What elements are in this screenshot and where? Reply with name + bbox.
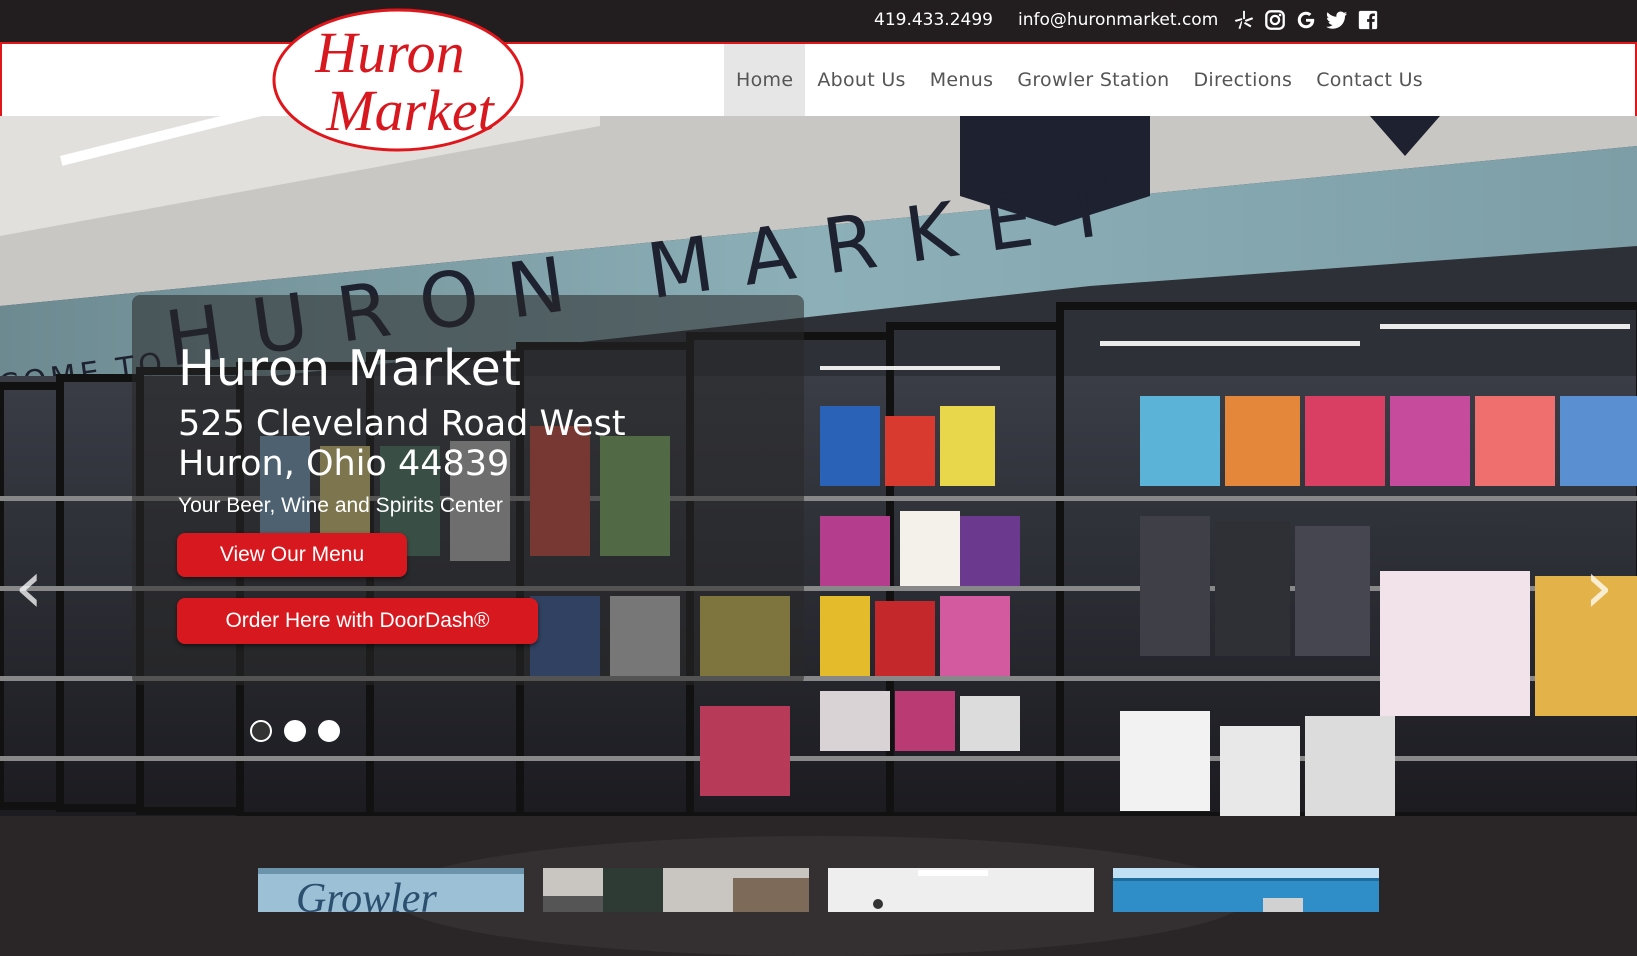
hero-address-line2: Huron, Ohio 44839 xyxy=(178,444,510,484)
logo-line1: Huron xyxy=(314,20,464,85)
carousel-indicators xyxy=(250,720,340,742)
hero-title: Huron Market xyxy=(178,340,523,397)
carousel-dot-1[interactable] xyxy=(250,720,272,742)
nav-about-us[interactable]: About Us xyxy=(805,44,917,116)
featured-section xyxy=(0,816,1637,956)
nav-directions[interactable]: Directions xyxy=(1181,44,1304,116)
main-navbar: Home About Us Menus Growler Station Dire… xyxy=(0,42,1637,118)
thumbnail-store-counter[interactable] xyxy=(543,868,809,912)
logo-line2: Market xyxy=(325,78,495,143)
instagram-icon[interactable] xyxy=(1263,8,1287,32)
carousel-dot-2[interactable] xyxy=(284,720,306,742)
main-nav: Home About Us Menus Growler Station Dire… xyxy=(724,44,1435,116)
view-menu-button[interactable]: View Our Menu xyxy=(177,533,407,577)
thumbnail-growler[interactable]: Growler xyxy=(258,868,524,912)
huron-market-logo[interactable]: Huron Market xyxy=(270,6,526,154)
twitter-icon[interactable] xyxy=(1325,8,1349,32)
yelp-icon[interactable] xyxy=(1232,8,1256,32)
hero-tagline: Your Beer, Wine and Spirits Center xyxy=(178,494,503,517)
phone-link[interactable]: 419.433.2499 xyxy=(874,10,993,30)
doordash-order-button[interactable]: Order Here with DoorDash® xyxy=(177,598,538,644)
hero-address: 525 Cleveland Road West Huron, Ohio 4483… xyxy=(178,404,626,484)
nav-menus[interactable]: Menus xyxy=(918,44,1006,116)
nav-contact-us[interactable]: Contact Us xyxy=(1304,44,1435,116)
carousel-next-arrow[interactable]: › xyxy=(1584,544,1614,630)
email-link[interactable]: info@huronmarket.com xyxy=(1018,10,1218,30)
facebook-icon[interactable] xyxy=(1356,8,1380,32)
thumbnail-store-interior[interactable] xyxy=(828,868,1094,912)
nav-growler-station[interactable]: Growler Station xyxy=(1005,44,1181,116)
carousel-prev-arrow[interactable]: ‹ xyxy=(14,544,44,630)
social-links xyxy=(1232,8,1380,32)
hero-address-line1: 525 Cleveland Road West xyxy=(178,404,626,444)
nav-home[interactable]: Home xyxy=(724,44,806,116)
google-icon[interactable] xyxy=(1294,8,1318,32)
carousel-dot-3[interactable] xyxy=(318,720,340,742)
thumbnail-storefront[interactable] xyxy=(1113,868,1379,912)
top-contact-bar: 419.433.2499 info@huronmarket.com xyxy=(0,0,1637,42)
thumbnail-growler-label: Growler xyxy=(296,876,437,912)
